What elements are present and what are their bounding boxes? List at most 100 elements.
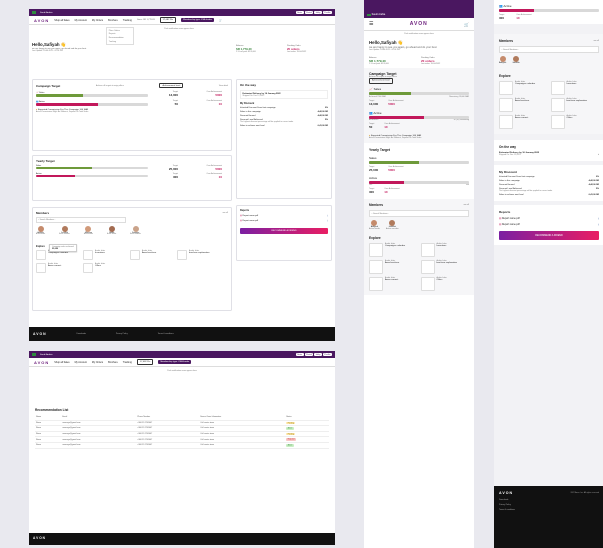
top-link-portal[interactable]: Portal [304,11,314,14]
footer-logo[interactable]: AVON [33,536,46,540]
nav-account[interactable]: My Account [75,19,87,22]
member[interactable]: Aaliyah Active leader [36,226,45,235]
explore-tile[interactable]: Arabic letter Avon connect [369,277,418,291]
active-target: 50 [369,125,373,129]
report-row[interactable]: ▤ Report name.pdf ⤓ [240,215,328,217]
menu-icon[interactable]: ☰ [369,21,373,27]
nav-tracking[interactable]: Tracking [123,19,132,22]
pending-box[interactable]: Pending Order 20 orders Last order: 19-0… [287,45,333,53]
nav-shop[interactable]: Shop all Sales [54,361,69,364]
download-icon[interactable]: ⤓ [598,223,599,226]
top-link-profile[interactable]: Profile [322,11,332,14]
download-icon[interactable]: ⤓ [598,217,599,220]
explore-tile[interactable]: Arabic letter Offers [550,115,600,129]
avon-logo[interactable]: AVON [34,360,49,365]
explore-tile[interactable]: Arabic letter brochure explanation [420,260,470,274]
nav-orders[interactable]: My Orders [92,19,103,22]
region-label[interactable]: Saudi Arabia [40,354,52,356]
explore-tile[interactable]: Arabic letter Incentives [420,243,470,257]
report-row[interactable]: ▤ Report name.pdf ⤓ [499,217,599,220]
explore-tile[interactable]: Arabic letter Offers [420,277,470,291]
avon-logo[interactable]: AVON [34,18,49,23]
download-icon[interactable]: ⤓ [327,215,328,217]
balance-box[interactable]: Balance SR 1,779.40 2.3 Last paid: SR 3,… [236,45,284,53]
explore-tile[interactable]: Arabic letter Avon brochure [369,260,418,274]
member[interactable]: Jamilah [512,56,520,64]
explore-tile[interactable]: Arabic letter Offers [83,263,127,273]
flag-icon [32,353,36,356]
nav-tracking[interactable]: Tracking [123,361,132,364]
cart-icon[interactable]: 🛒 [464,22,469,27]
achievement-pill[interactable]: Achievement level [369,78,393,84]
member[interactable]: Aaliyah [499,56,506,64]
explore-title: Explore [499,74,511,78]
member-search[interactable]: ⌕ Search Members... [36,217,126,223]
member-role: Active leader [36,234,46,235]
recommend-friend-button[interactable]: RECOMMEND A FRIEND [240,228,328,234]
points-value[interactable]: 17,082 Pts [159,17,177,23]
table-row[interactable]: Reem reemaga@gmail.com +966 55 2701447 Call… [35,442,329,449]
member[interactable]: Nadia Active leader [107,226,116,235]
report-row[interactable]: ▤ Report name.pdf ⤓ [240,220,328,222]
footer-link[interactable]: Privacy Policy [116,333,128,335]
download-icon[interactable]: ⤓ [327,220,328,222]
member-search[interactable]: ⌕ Search Members... [499,46,599,53]
footer-logo[interactable]: AVON [499,491,513,495]
top-link-profile[interactable]: Profile [322,353,332,356]
footer-logo[interactable]: AVON [33,332,47,336]
explore-tile[interactable]: Arabic letter brochure explanation [177,250,221,260]
sales-label: 📈 Sales [369,87,382,91]
footer-link[interactable]: Downloads [499,499,599,501]
points-value[interactable]: 17,082 Pts [136,359,154,365]
delivery-row[interactable]: Estimated Delivery by 16 January,2022 Sh… [240,90,328,99]
explore-tile[interactable]: Arabic letter Avon connect [499,115,548,129]
top-link-help[interactable]: Help [314,353,322,356]
top-link-stats[interactable]: Stats [295,353,304,356]
region-label[interactable]: Saudi Arabia [40,12,52,14]
nav-orders[interactable]: My Orders [92,361,103,364]
nav-shop[interactable]: Shop all Sales [54,19,69,22]
explore-tile[interactable]: Arabic letter Avon brochure [499,98,548,112]
explore-tile[interactable]: Arabic letter Incentives [550,81,600,95]
see-all-link[interactable]: see all [594,40,599,42]
membership-button[interactable]: Membership type: KSA leader [158,360,192,364]
top-strip: Saudi Arabia Stats Portal Help Profile [29,9,335,16]
member[interactable]: Jamilah Active member [386,220,399,230]
avon-logo[interactable]: AVON [410,21,428,27]
balance-box[interactable]: Balance SR 1,779.40 2.3 Last paid: SR 3,00… [369,57,417,65]
see-all-link[interactable]: see all [223,212,228,214]
region-label[interactable]: Saudi Arabia [372,13,386,16]
footer-link[interactable]: Downloads [77,333,86,335]
pending-box[interactable]: Pending Order 20 orders Last order: 19-04-… [421,57,469,65]
top-link-help[interactable]: Help [314,11,322,14]
see-all-link[interactable]: see all [464,204,469,206]
explore-tile[interactable]: Arabic letterCampaigns calendar [499,81,548,95]
discount-row: Discount Earned 4,42,00 SR [240,115,328,117]
membership-button[interactable]: Membership type: KSA leader [181,18,215,22]
member[interactable]: Somaya Active member [130,226,141,235]
member[interactable]: Aaliyah Active leader [369,220,380,230]
footer-link[interactable]: Privacy Policy [499,504,599,506]
explore-tile[interactable]: Arabic letter Incentives [83,250,127,260]
footer-link[interactable]: Terms & conditions [158,333,174,335]
explore-tile[interactable]: Arabic letter Avon connect [36,263,80,273]
recommend-friend-button[interactable]: RECOMMEND A FRIEND [499,231,599,240]
delivery-row[interactable]: Estimated Delivery by 16 January,2022 Shi… [499,152,599,156]
top-link-stats[interactable]: Stats [295,11,304,14]
explore-tile[interactable]: Arabic letter brochure explanation [550,98,600,112]
member[interactable]: Maryam Active leader [84,226,93,235]
member-search[interactable]: ⌕ Search Members... [369,210,469,217]
chevron-right-icon[interactable]: › [598,152,599,156]
explore-tile[interactable]: Arabic letterCampaigns calendar [369,243,418,257]
nav-brochure[interactable]: Brochure [108,361,118,364]
footer-link[interactable]: Terms & conditions [499,509,599,511]
achievement-pill[interactable]: Achievement level [159,83,184,89]
member[interactable]: Jamilah Active member [59,226,70,235]
nav-account[interactable]: My Account [75,361,87,364]
nav-brochure[interactable]: Brochure [108,19,118,22]
report-row[interactable]: ▤ Report name.pdf ⤓ [499,223,599,226]
view-detail-link[interactable]: View detail [219,85,228,87]
cart-icon[interactable]: 🛒 [219,19,222,22]
top-link-portal[interactable]: Portal [304,353,314,356]
explore-tile[interactable]: Arabic letter Avon brochure [130,250,174,260]
